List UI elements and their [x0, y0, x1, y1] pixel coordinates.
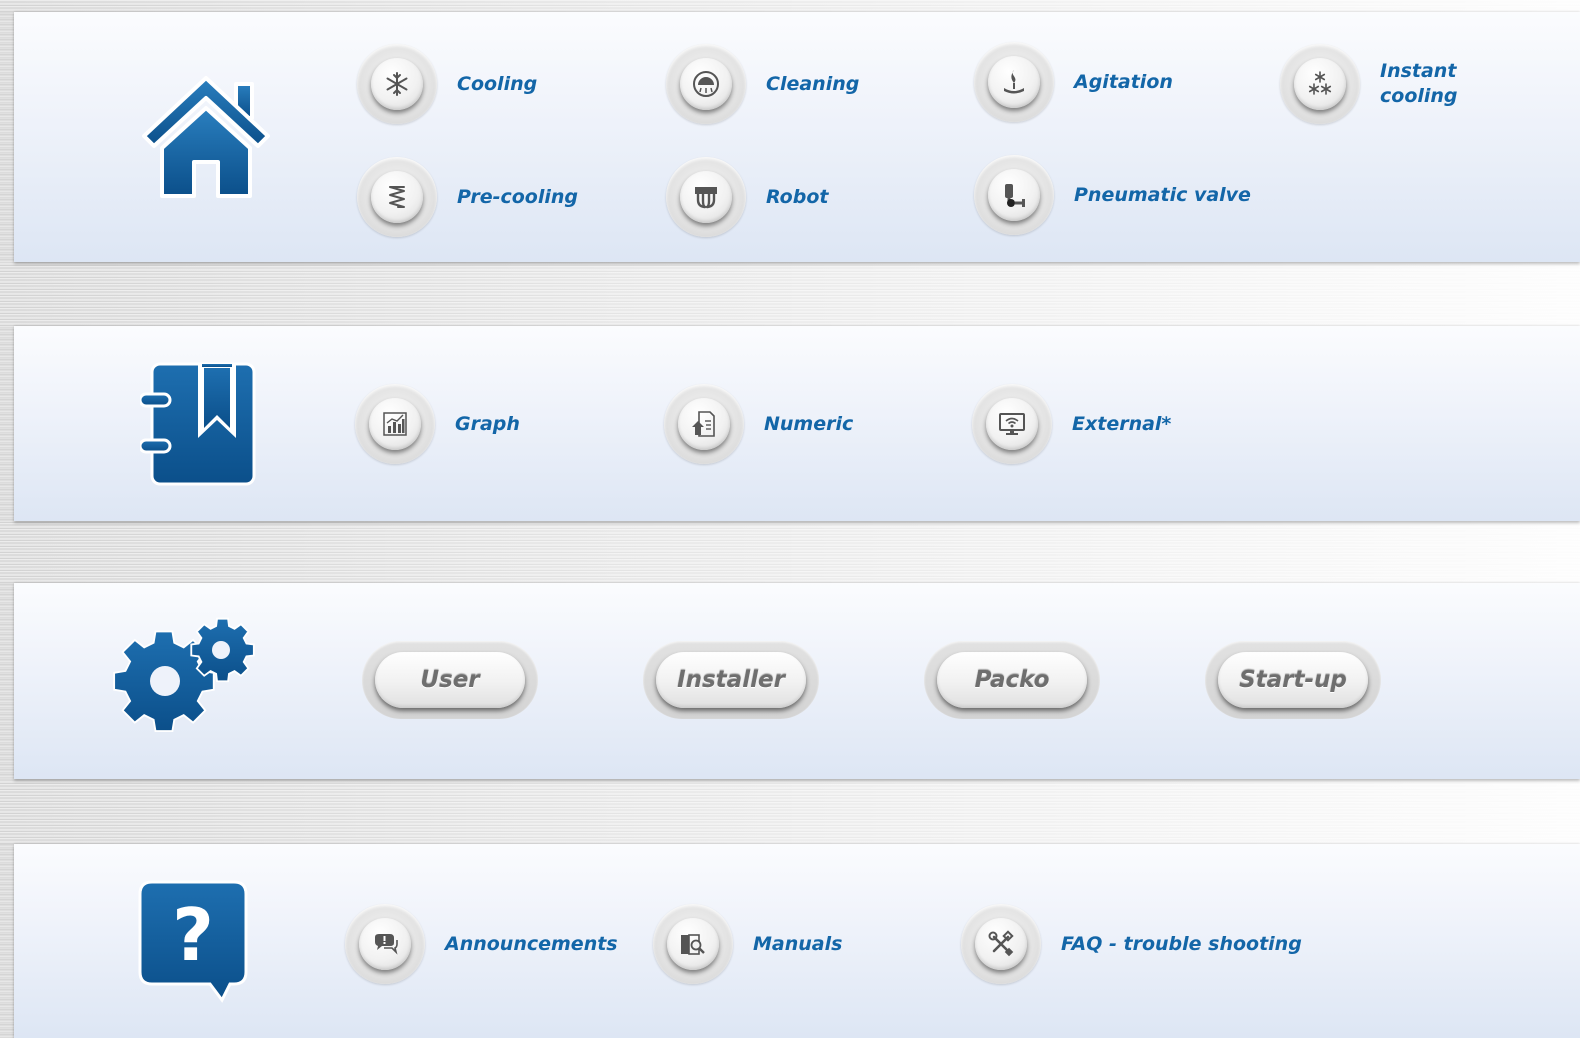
user-button[interactable]: User [362, 641, 538, 719]
instant-cooling-label: Instant cooling [1380, 60, 1458, 107]
menu-item-graph[interactable]: Graph [355, 384, 520, 464]
menu-item-instant-cooling[interactable]: Instant cooling [1280, 44, 1458, 124]
packo-pill: Packo [937, 652, 1087, 708]
coil-icon [389, 186, 405, 208]
multi-snowflake-icon [1308, 71, 1332, 95]
agitation-knob [988, 56, 1040, 108]
menu-item-agitation[interactable]: Agitation [974, 42, 1173, 122]
shower-head-icon [693, 71, 719, 97]
user-button-label: User [420, 667, 480, 693]
help-panel: ? Announcements Manuals FAQ - trouble sh… [14, 844, 1580, 1038]
wifi-monitor-icon [999, 413, 1025, 435]
cleaning-knob [680, 58, 732, 110]
settings-panel: User Installer Packo Start-up [14, 583, 1580, 779]
cleaning-label: Cleaning [766, 72, 860, 95]
installer-pill: Installer [656, 652, 806, 708]
gears-icon[interactable] [112, 617, 262, 748]
menu-item-faq[interactable]: FAQ - trouble shooting [961, 904, 1302, 984]
pneumatic-valve-button-ring [974, 155, 1054, 235]
menu-item-cleaning[interactable]: Cleaning [666, 44, 859, 124]
robot-button-ring [666, 157, 746, 237]
numeric-label: Numeric [764, 412, 854, 435]
menu-item-cooling[interactable]: Cooling [357, 44, 537, 124]
pre-cooling-knob [371, 171, 423, 223]
tools-icon [988, 930, 1014, 957]
menu-item-manuals[interactable]: Manuals [653, 904, 842, 984]
cooling-knob [371, 58, 423, 110]
chat-alert-icon [375, 934, 398, 955]
manual-search-icon [681, 934, 705, 955]
installer-button[interactable]: Installer [643, 641, 819, 719]
stripe-band [0, 779, 1580, 844]
numeric-button-ring [664, 384, 744, 464]
faq-label: FAQ - trouble shooting [1061, 932, 1302, 955]
cooling-button-ring [357, 44, 437, 124]
agitator-icon [1004, 70, 1024, 94]
bar-chart-icon [383, 412, 407, 436]
numeric-document-icon [692, 411, 715, 437]
menu-item-announcements[interactable]: Announcements [345, 904, 618, 984]
agitation-button-ring [974, 42, 1054, 122]
packo-button[interactable]: Packo [924, 641, 1100, 719]
robot-icon [695, 187, 717, 209]
menu-item-robot[interactable]: Robot [666, 157, 828, 237]
pre-cooling-label: Pre-cooling [457, 185, 579, 208]
graph-button-ring [355, 384, 435, 464]
packo-button-label: Packo [974, 667, 1050, 693]
valve-icon [1005, 184, 1025, 207]
instant-cooling-button-ring [1280, 44, 1360, 124]
graph-knob [369, 398, 421, 450]
pneumatic-valve-knob [988, 169, 1040, 221]
stripe-band [0, 521, 1580, 583]
cleaning-button-ring [666, 44, 746, 124]
robot-knob [680, 171, 732, 223]
data-panel: Graph Numeric External* [14, 326, 1580, 521]
announcements-knob [359, 918, 411, 970]
pre-cooling-button-ring [357, 157, 437, 237]
home-panel: Cooling Cleaning Agitation Instant cooli… [14, 12, 1580, 262]
faq-knob [975, 918, 1027, 970]
menu-item-pre-cooling[interactable]: Pre-cooling [357, 157, 578, 237]
menu-item-pneumatic-valve[interactable]: Pneumatic valve [974, 155, 1251, 235]
stripe-band [0, 0, 1580, 12]
external-button-ring [972, 384, 1052, 464]
manuals-button-ring [653, 904, 733, 984]
announcements-button-ring [345, 904, 425, 984]
svg-text:?: ? [172, 893, 214, 977]
external-label: External* [1072, 412, 1172, 435]
instant-cooling-knob [1294, 58, 1346, 110]
manuals-label: Manuals [753, 932, 843, 955]
snowflake-icon [386, 72, 408, 96]
external-knob [986, 398, 1038, 450]
cooling-label: Cooling [457, 72, 538, 95]
start-up-button-label: Start-up [1239, 667, 1347, 693]
announcements-label: Announcements [445, 932, 618, 955]
stripe-band [0, 262, 1580, 326]
robot-label: Robot [766, 185, 829, 208]
user-pill: User [375, 652, 525, 708]
start-up-pill: Start-up [1218, 652, 1368, 708]
numeric-knob [678, 398, 730, 450]
house-icon[interactable] [142, 74, 270, 203]
agitation-label: Agitation [1074, 70, 1173, 93]
manuals-knob [667, 918, 719, 970]
menu-item-numeric[interactable]: Numeric [664, 384, 853, 464]
question-bubble-icon[interactable]: ? [138, 880, 248, 1009]
graph-label: Graph [455, 412, 520, 435]
faq-button-ring [961, 904, 1041, 984]
bookmark-book-icon[interactable] [138, 362, 256, 491]
pneumatic-valve-label: Pneumatic valve [1074, 183, 1251, 206]
installer-button-label: Installer [677, 667, 785, 693]
menu-item-external[interactable]: External* [972, 384, 1171, 464]
start-up-button[interactable]: Start-up [1205, 641, 1381, 719]
